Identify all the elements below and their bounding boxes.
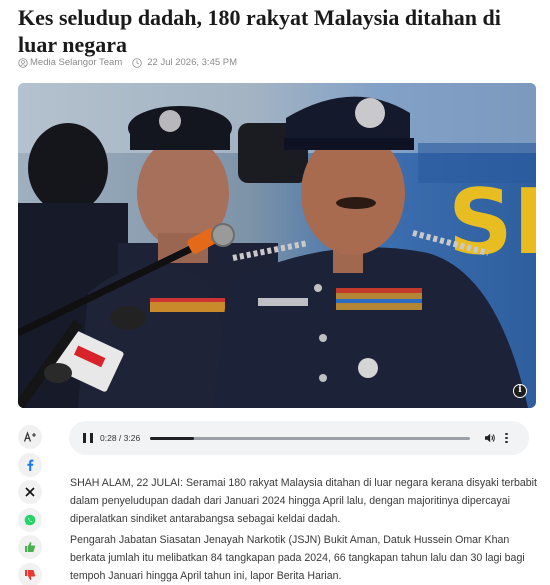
article-headline: Kes seludup dadah, 180 rakyat Malaysia d… — [18, 5, 501, 57]
author-name[interactable]: Media Selangor Team — [30, 57, 122, 68]
volume-icon[interactable] — [484, 432, 496, 444]
publish-date: 22 Jul 2026, 3:45 PM — [147, 57, 238, 68]
font-size-button[interactable] — [18, 425, 42, 449]
article-photo: SI i — [18, 83, 536, 408]
audio-player: 0:28 / 3:26 — [69, 421, 529, 455]
like-button[interactable] — [18, 535, 42, 559]
share-facebook-button[interactable] — [18, 452, 42, 477]
pause-button[interactable] — [83, 433, 93, 443]
whatsapp-icon — [24, 514, 36, 525]
x-icon — [25, 487, 35, 497]
share-x-button[interactable] — [18, 480, 42, 504]
thumbs-down-icon — [25, 569, 36, 580]
share-bar — [18, 425, 42, 585]
author-icon — [18, 57, 28, 68]
font-size-icon — [23, 431, 36, 442]
audio-time: 0:28 / 3:26 — [100, 433, 141, 443]
dislike-button[interactable] — [18, 562, 42, 585]
facebook-icon — [27, 459, 34, 471]
audio-progress-fill — [150, 436, 194, 440]
more-options-icon[interactable] — [505, 432, 508, 444]
article-paragraph: Pengarah Jabatan Siasatan Jenayah Narkot… — [70, 534, 525, 582]
police-press-conference-image: SI — [18, 83, 536, 408]
clock-icon — [132, 57, 143, 68]
image-info-button[interactable]: i — [513, 384, 527, 398]
audio-progress-bar[interactable] — [150, 436, 471, 440]
article-meta: Media Selangor Team 22 Jul 2026, 3:45 PM — [18, 57, 237, 68]
article-paragraph: SHAH ALAM, 22 JULAI: Seramai 180 rakyat … — [70, 477, 537, 525]
svg-text:SI: SI — [448, 170, 536, 275]
share-whatsapp-button[interactable] — [18, 507, 42, 532]
thumbs-up-icon — [25, 542, 36, 552]
